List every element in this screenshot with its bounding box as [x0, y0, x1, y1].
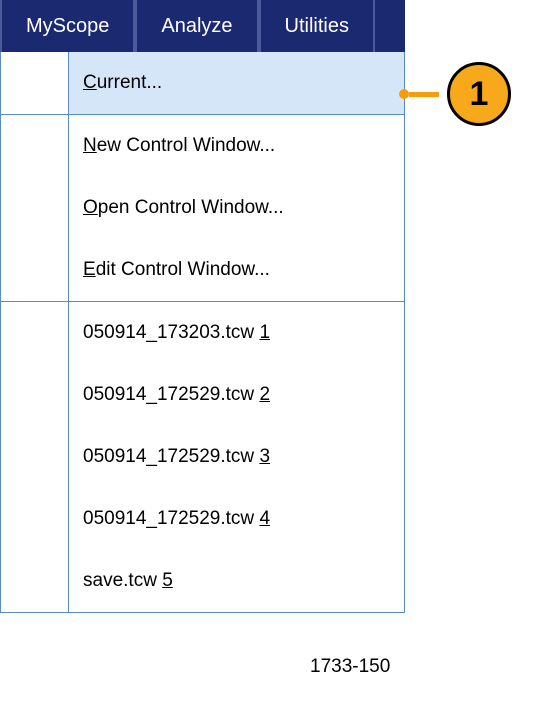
- menu-gutter: [1, 488, 69, 550]
- menu-gutter: [1, 364, 69, 426]
- figure-id: 1733-150: [310, 656, 390, 678]
- dropdown-section-recent: 050914_173203.tcw 1 050914_172529.tcw 2 …: [1, 302, 404, 612]
- menu-item-label: Open Control Window...: [69, 179, 298, 237]
- dropdown-section-control: New Control Window... Open Control Windo…: [1, 115, 404, 302]
- menu-gutter: [1, 115, 69, 177]
- menu-item-current[interactable]: Current...: [1, 52, 404, 114]
- callout-dot: [399, 89, 409, 99]
- menu-item-recent-5[interactable]: save.tcw 5: [1, 550, 404, 612]
- menu-item-recent-1[interactable]: 050914_173203.tcw 1: [1, 302, 404, 364]
- dropdown-section-current: Current...: [1, 52, 404, 115]
- menu-item-recent-4[interactable]: 050914_172529.tcw 4: [1, 488, 404, 550]
- menu-item-label: 050914_172529.tcw 3: [69, 428, 284, 486]
- menu-item-label: 050914_172529.tcw 4: [69, 490, 284, 548]
- dropdown-menu: Current... New Control Window... Open Co…: [0, 52, 405, 613]
- menubar: MyScope Analyze Utilities: [0, 0, 405, 52]
- callout-line: [409, 92, 439, 97]
- menu-item-open-control-window[interactable]: Open Control Window...: [1, 177, 404, 239]
- menu-item-edit-control-window[interactable]: Edit Control Window...: [1, 239, 404, 301]
- menu-gutter: [1, 550, 69, 612]
- menu-item-label: New Control Window...: [69, 117, 289, 175]
- menu-gutter: [1, 177, 69, 239]
- menu-tab-utilities[interactable]: Utilities: [259, 0, 375, 52]
- menu-item-recent-3[interactable]: 050914_172529.tcw 3: [1, 426, 404, 488]
- menu-item-recent-2[interactable]: 050914_172529.tcw 2: [1, 364, 404, 426]
- menu-gutter: [1, 426, 69, 488]
- callout-1: 1: [405, 62, 511, 126]
- menu-gutter: [1, 302, 69, 364]
- menu-tab-myscope[interactable]: MyScope: [0, 0, 135, 52]
- menu-item-label: save.tcw 5: [69, 552, 187, 610]
- callout-circle: 1: [447, 62, 511, 126]
- menu-gutter: [1, 239, 69, 301]
- menu-item-label: Edit Control Window...: [69, 241, 284, 299]
- menu-tab-analyze[interactable]: Analyze: [135, 0, 258, 52]
- menu-gutter: [1, 52, 69, 114]
- menu-item-label: 050914_173203.tcw 1: [69, 304, 284, 362]
- menu-item-new-control-window[interactable]: New Control Window...: [1, 115, 404, 177]
- menu-item-label: Current...: [69, 54, 176, 112]
- menu-item-label: 050914_172529.tcw 2: [69, 366, 284, 424]
